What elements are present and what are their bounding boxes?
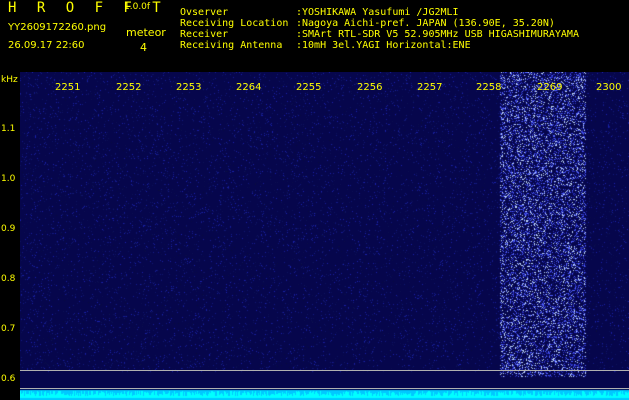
time-tick-label: 2256 xyxy=(357,82,383,93)
time-tick-label: 2252 xyxy=(116,82,142,93)
meteor-counter-value: 4 xyxy=(140,41,147,54)
reference-line-upper xyxy=(20,370,629,371)
y-tick-label: 1.0 xyxy=(1,174,16,184)
spectrogram-canvas xyxy=(20,72,629,400)
y-tick-label: 0.7 xyxy=(1,324,16,334)
header-panel: H R O F F T 1.0.0f YY2609172260.png 26.0… xyxy=(0,0,629,72)
y-tick-label: 0.8 xyxy=(1,274,16,284)
time-tick-label: 2269 xyxy=(537,82,563,93)
time-tick-label: 2300 xyxy=(596,82,622,93)
time-tick-label: 2264 xyxy=(236,82,262,93)
time-tick-label: 2257 xyxy=(417,82,443,93)
y-tick-label: 0.6 xyxy=(1,374,16,384)
station-info-values: :YOSHIKAWA Yasufumi /JG2MLI :Nagoya Aich… xyxy=(296,7,579,51)
version-label: 1.0.0f xyxy=(124,2,151,12)
y-tick-label: 0.9 xyxy=(1,224,16,234)
station-info-labels: Ovserver Receiving Location Receiver Rec… xyxy=(180,7,289,51)
filename-label: YY2609172260.png xyxy=(8,22,107,33)
meteor-counter-label: meteor xyxy=(126,26,166,39)
time-tick-label: 2258 xyxy=(476,82,502,93)
time-tick-label: 2253 xyxy=(176,82,202,93)
time-tick-label: 2255 xyxy=(296,82,322,93)
y-axis-unit: kHz xyxy=(1,75,18,85)
spectrogram-plot xyxy=(20,72,629,400)
y-tick-label: 1.1 xyxy=(1,124,16,134)
reference-line-lower xyxy=(20,388,629,389)
y-axis xyxy=(0,72,20,400)
time-tick-label: 2251 xyxy=(55,82,81,93)
datetime-label: 26.09.17 22:60 xyxy=(8,40,85,51)
